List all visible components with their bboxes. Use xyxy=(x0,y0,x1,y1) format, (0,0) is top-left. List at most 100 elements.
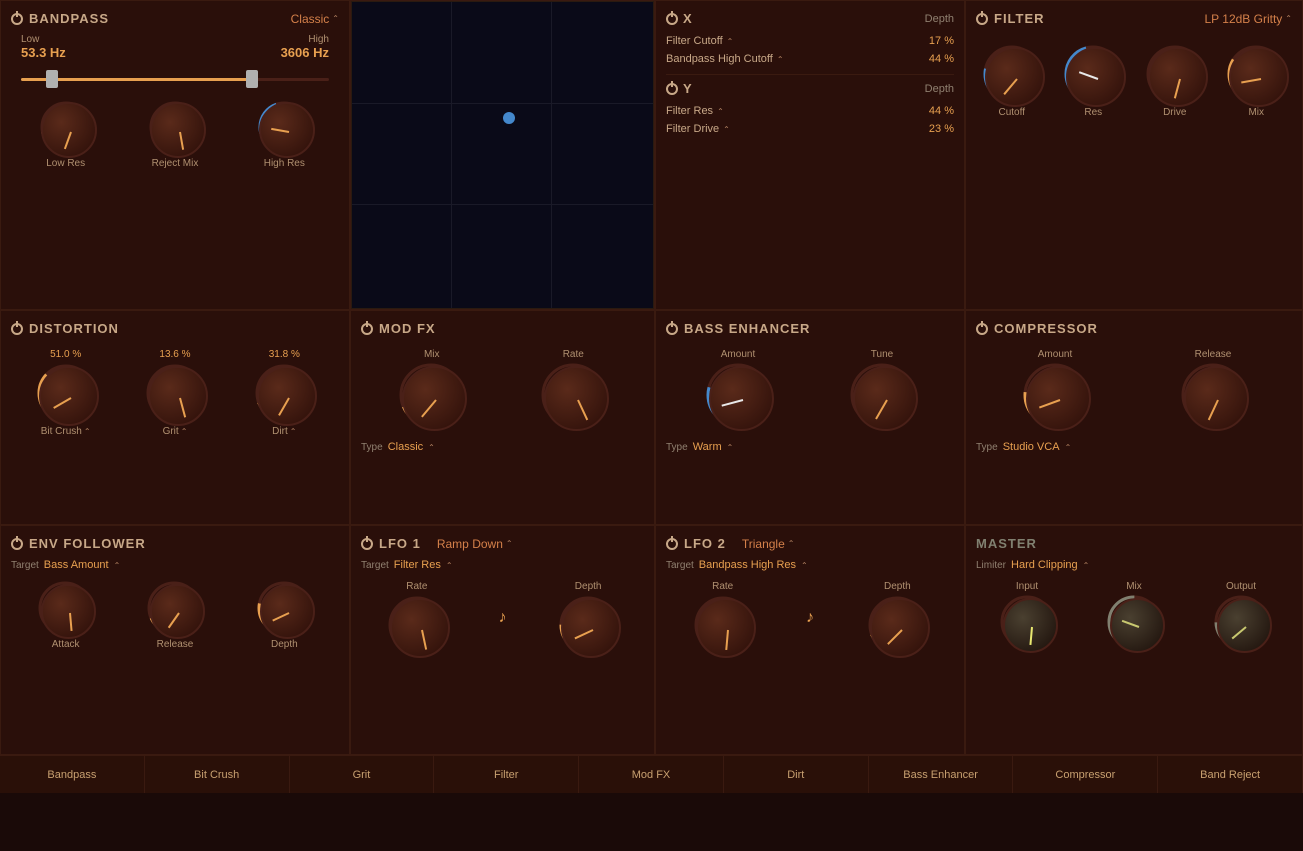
envfollower-target-chevron[interactable]: ⌃ xyxy=(114,561,121,570)
modfx-type-value[interactable]: Classic xyxy=(388,441,423,453)
bandpass-highres-knob[interactable] xyxy=(256,99,312,155)
master-input-knob[interactable] xyxy=(1000,595,1055,650)
modfx-rate-knob[interactable] xyxy=(541,363,606,428)
master-limiter-value[interactable]: Hard Clipping xyxy=(1011,559,1078,571)
footer-btn-bassenhancer[interactable]: Bass Enhancer xyxy=(869,756,1014,793)
distortion-dirt-chevron[interactable]: ⌃ xyxy=(290,427,297,436)
footer-btn-grit[interactable]: Grit xyxy=(290,756,435,793)
lfo2-target-value[interactable]: Bandpass High Res xyxy=(699,559,796,571)
bassenhancer-power-icon[interactable] xyxy=(666,323,678,335)
bandpass-power-icon[interactable] xyxy=(11,13,23,25)
distortion-grit-knob[interactable] xyxy=(145,363,205,423)
bassenhancer-type-value[interactable]: Warm xyxy=(693,441,722,453)
master-knobs-row: Input Mix xyxy=(976,576,1292,655)
distortion-knobs-row: 51.0 % Bit Crush xyxy=(11,344,339,442)
lfo1-target-chevron[interactable]: ⌃ xyxy=(446,561,453,570)
lfo1-type-value[interactable]: Ramp Down xyxy=(437,537,503,551)
footer-btn-modfx[interactable]: Mod FX xyxy=(579,756,724,793)
filter-power-icon[interactable] xyxy=(976,13,988,25)
footer-btn-compressor[interactable]: Compressor xyxy=(1013,756,1158,793)
lfo1-header: LFO 1 Ramp Down ⌃ xyxy=(361,536,644,551)
envfollower-release-knob[interactable] xyxy=(147,581,202,636)
distortion-power-icon[interactable] xyxy=(11,323,23,335)
xy-dot[interactable] xyxy=(503,112,515,124)
envfollower-attack-knob[interactable] xyxy=(38,581,93,636)
footer-btn-filter[interactable]: Filter xyxy=(434,756,579,793)
envfollower-target-row: Target Bass Amount ⌃ xyxy=(11,559,339,571)
xy-x-power[interactable] xyxy=(666,13,678,25)
master-output-container: Output xyxy=(1214,581,1269,650)
xy-y-power[interactable] xyxy=(666,83,678,95)
filter-drive-knob[interactable] xyxy=(1145,44,1205,104)
xy-bphighcutoff-chevron[interactable]: ⌃ xyxy=(777,55,784,64)
master-limiter-chevron[interactable]: ⌃ xyxy=(1083,561,1090,570)
compressor-amount-knob[interactable] xyxy=(1023,363,1088,428)
distortion-bitcrush-knob[interactable] xyxy=(36,363,96,423)
modfx-rate-container: Rate xyxy=(541,349,606,428)
filter-mix-knob[interactable] xyxy=(1226,44,1286,104)
bandpass-slider-high-thumb[interactable] xyxy=(246,70,258,88)
compressor-type-value[interactable]: Studio VCA xyxy=(1003,441,1060,453)
master-input-label-top: Input xyxy=(1016,581,1038,592)
filter-type-chevron[interactable]: ⌃ xyxy=(1285,14,1292,23)
footer-btn-bandpass[interactable]: Bandpass xyxy=(0,756,145,793)
footer-btn-bitcrush[interactable]: Bit Crush xyxy=(145,756,290,793)
modfx-type-chevron[interactable]: ⌃ xyxy=(428,443,435,452)
lfo2-power-icon[interactable] xyxy=(666,538,678,550)
compressor-power-icon[interactable] xyxy=(976,323,988,335)
compressor-amount-indicator xyxy=(1028,368,1093,433)
envfollower-target-value[interactable]: Bass Amount xyxy=(44,559,109,571)
lfo2-target-chevron[interactable]: ⌃ xyxy=(801,561,808,570)
compressor-type-row: Type Studio VCA ⌃ xyxy=(976,441,1292,453)
distortion-grit-indicator xyxy=(150,368,210,428)
compressor-release-knob[interactable] xyxy=(1181,363,1246,428)
lfo1-depth-knob[interactable] xyxy=(558,595,618,655)
lfo1-power-icon[interactable] xyxy=(361,538,373,550)
filter-cutoff-knob[interactable] xyxy=(982,44,1042,104)
bassenhancer-amount-knob[interactable] xyxy=(706,363,771,428)
compressor-type-chevron[interactable]: ⌃ xyxy=(1065,443,1072,452)
middle-row: DISTORTION 51.0 % xyxy=(0,310,1303,525)
master-mix-label-top: Mix xyxy=(1126,581,1142,592)
modfx-mix-knob[interactable] xyxy=(399,363,464,428)
envfollower-depth-knob[interactable] xyxy=(257,581,312,636)
envfollower-release-indicator xyxy=(152,586,207,641)
xy-filtercutoff-chevron[interactable]: ⌃ xyxy=(727,37,734,46)
modfx-mix-container: Mix xyxy=(399,349,464,428)
lfo2-depth-knob[interactable] xyxy=(867,595,927,655)
modfx-power-icon[interactable] xyxy=(361,323,373,335)
envfollower-power-icon[interactable] xyxy=(11,538,23,550)
bandpass-slider-low-thumb[interactable] xyxy=(46,70,58,88)
lfo1-rate-knob[interactable] xyxy=(387,595,447,655)
distortion-dirt-knob[interactable] xyxy=(254,363,314,423)
bassenhancer-tune-label-top: Tune xyxy=(871,349,893,360)
bassenhancer-tune-indicator xyxy=(855,368,920,433)
bassenhancer-title: BASS ENHANCER xyxy=(684,321,810,336)
xy-pad[interactable] xyxy=(351,1,654,309)
xy-filterdrive-chevron[interactable]: ⌃ xyxy=(723,125,730,134)
distortion-bitcrush-chevron[interactable]: ⌃ xyxy=(84,427,91,436)
lfo1-type-chevron[interactable]: ⌃ xyxy=(506,539,513,548)
lfo2-type-chevron[interactable]: ⌃ xyxy=(788,539,795,548)
bassenhancer-type-chevron[interactable]: ⌃ xyxy=(727,443,734,452)
distortion-grit-chevron[interactable]: ⌃ xyxy=(181,427,188,436)
distortion-bitcrush-value: 51.0 % xyxy=(50,349,81,360)
filter-res-knob[interactable] xyxy=(1063,44,1123,104)
footer-btn-bandreject[interactable]: Band Reject xyxy=(1158,756,1303,793)
lfo1-target-value[interactable]: Filter Res xyxy=(394,559,441,571)
master-output-knob[interactable] xyxy=(1214,595,1269,650)
bandpass-lowres-knob[interactable] xyxy=(38,99,94,155)
xy-filterres-chevron[interactable]: ⌃ xyxy=(717,107,724,116)
footer-btn-dirt[interactable]: Dirt xyxy=(724,756,869,793)
bandpass-slider-track[interactable] xyxy=(21,78,329,81)
filter-type[interactable]: LP 12dB Gritty xyxy=(1204,12,1282,26)
bandpass-rejectmix-knob[interactable] xyxy=(147,99,203,155)
bandpass-type[interactable]: Classic xyxy=(291,12,330,26)
lfo2-type-value[interactable]: Triangle xyxy=(742,537,785,551)
bandpass-type-chevron[interactable]: ⌃ xyxy=(332,14,339,23)
envfollower-release-container: Release xyxy=(147,581,202,650)
master-mix-knob[interactable] xyxy=(1107,595,1162,650)
bassenhancer-tune-knob[interactable] xyxy=(850,363,915,428)
lfo2-depth-group: Depth xyxy=(867,581,927,655)
lfo2-rate-knob[interactable] xyxy=(693,595,753,655)
